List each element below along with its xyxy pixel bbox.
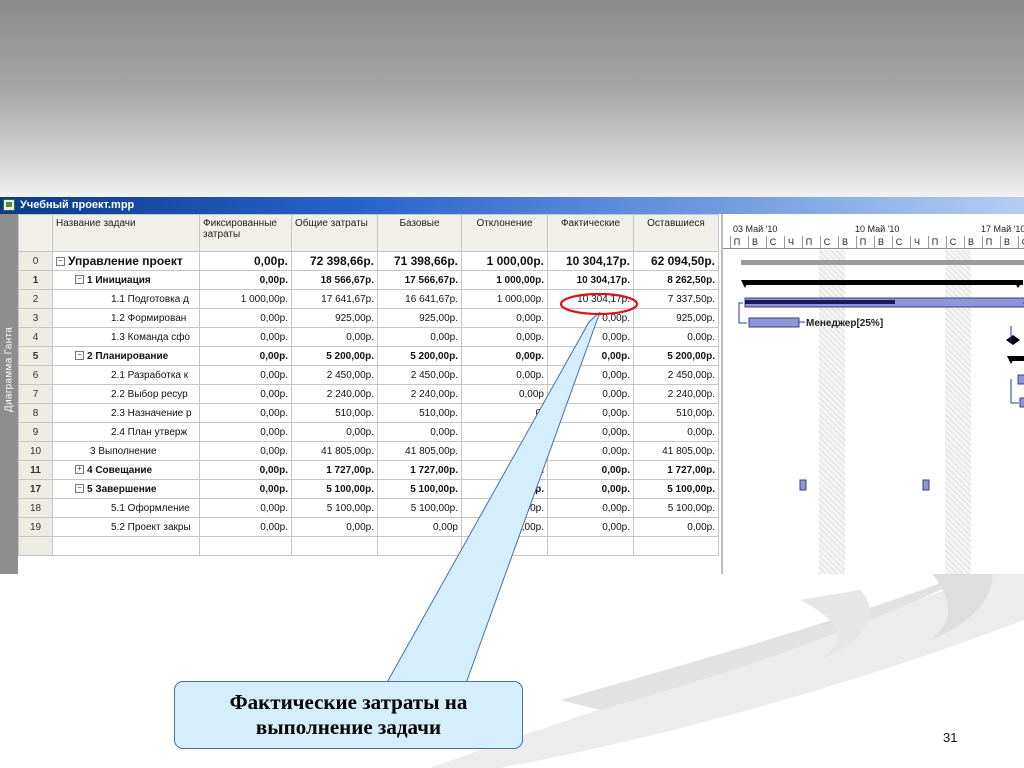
highlight-oval	[559, 292, 639, 316]
callout-pointer	[384, 311, 601, 687]
annotation-layer	[384, 292, 639, 687]
slide-page-number: 31	[943, 730, 958, 745]
callout-line-1: Фактические затраты на	[229, 690, 468, 714]
callout-box: Фактические затраты на выполнение задачи	[174, 681, 523, 749]
callout-line-2: выполнение задачи	[255, 715, 442, 739]
